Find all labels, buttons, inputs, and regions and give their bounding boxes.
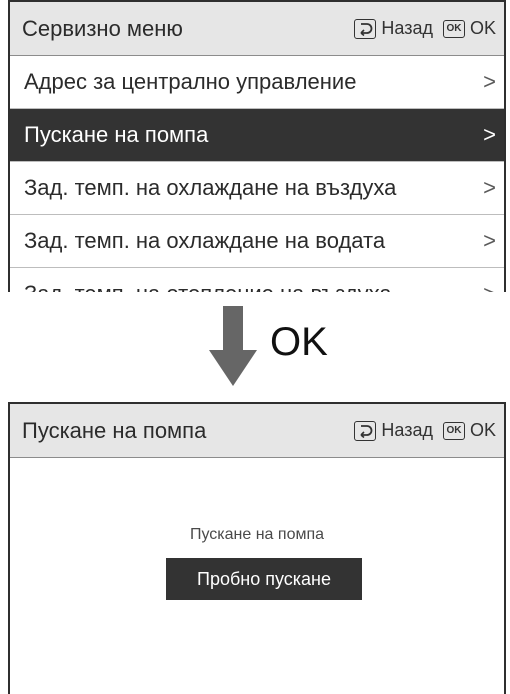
ok-label: OK	[469, 420, 496, 440]
menu-item-label: Зад. темп. на охлаждане на въздуха	[24, 175, 397, 200]
chevron-right-icon: >	[480, 281, 496, 292]
section-subtitle: Пускане на помпа	[189, 526, 325, 543]
ok-icon: OK	[442, 19, 465, 38]
ok-icon: OK	[442, 421, 465, 440]
chevron-right-icon: >	[483, 122, 496, 147]
ok-button[interactable]: OK OK	[442, 18, 496, 39]
menu-item-central-address[interactable]: Адрес за централно управление >	[10, 56, 504, 109]
back-button[interactable]: Назад	[354, 420, 433, 441]
chevron-right-icon: >	[483, 175, 496, 200]
transition-ok-label: OK	[270, 320, 328, 364]
detail-content: Пускане на помпа Пробно пускане	[10, 458, 504, 694]
back-icon	[354, 420, 377, 441]
menu-item-air-cooling-setpoint[interactable]: Зад. темп. на охлаждане на въздуха >	[10, 162, 504, 215]
back-label: Назад	[381, 18, 433, 38]
pump-start-screen: Пускане на помпа Назад OK OK Пускане на …	[8, 402, 506, 694]
service-menu-screen: Сервизно меню Назад OK OK Адрес за центр…	[8, 0, 506, 292]
menu-item-water-cooling-setpoint[interactable]: Зад. темп. на охлаждане на водата >	[10, 215, 504, 268]
menu-item-label: Пускане на помпа	[24, 122, 209, 147]
menu-header: Сервизно меню Назад OK OK	[10, 2, 504, 56]
back-icon	[354, 18, 377, 39]
menu-item-label: Зад. темп. на охлаждане на водата	[24, 228, 386, 253]
ok-label: OK	[469, 18, 496, 38]
menu-item-label: Зад. темп. на отопление на въздуха	[24, 281, 480, 292]
detail-header: Пускане на помпа Назад OK OK	[10, 404, 504, 458]
page-title: Пускане на помпа	[22, 417, 207, 443]
back-label: Назад	[381, 420, 433, 440]
menu-item-label: Адрес за централно управление	[24, 69, 357, 94]
back-button[interactable]: Назад	[354, 18, 433, 39]
chevron-right-icon: >	[483, 69, 496, 94]
ok-button[interactable]: OK OK	[442, 420, 496, 441]
menu-item-air-heating-setpoint[interactable]: Зад. темп. на отопление на въздуха >	[10, 268, 504, 292]
test-run-button[interactable]: Пробно пускане	[166, 558, 362, 600]
page-title: Сервизно меню	[22, 15, 183, 41]
menu-item-pump-start[interactable]: Пускане на помпа >	[10, 109, 504, 162]
chevron-right-icon: >	[483, 228, 496, 253]
transition-indicator: OK	[0, 306, 510, 390]
down-arrow-icon	[209, 306, 257, 386]
